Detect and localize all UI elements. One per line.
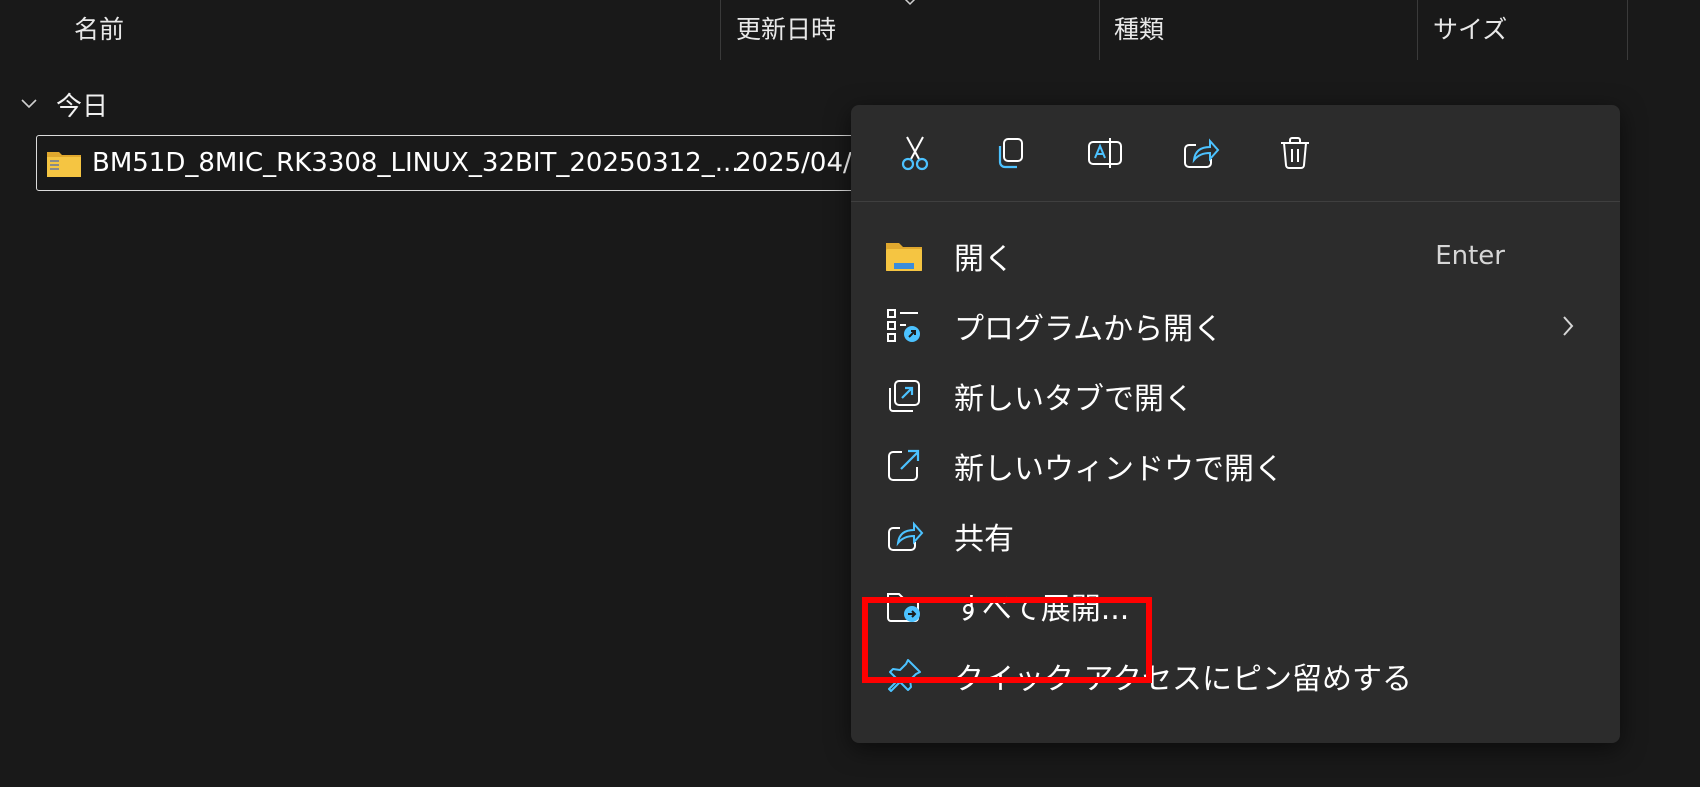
menu-item-pin-quick-access[interactable]: クイック アクセスにピン留めする bbox=[851, 641, 1620, 711]
column-divider[interactable] bbox=[1417, 0, 1418, 60]
copy-icon bbox=[998, 138, 1023, 169]
rename-button[interactable] bbox=[1081, 129, 1129, 177]
delete-icon bbox=[1281, 137, 1309, 169]
delete-button[interactable] bbox=[1271, 129, 1319, 177]
share-button[interactable] bbox=[1176, 129, 1224, 177]
zip-folder-icon bbox=[47, 152, 81, 177]
column-modified[interactable]: 更新日時 bbox=[736, 0, 836, 60]
column-size[interactable]: サイズ bbox=[1433, 0, 1507, 60]
share-icon bbox=[888, 521, 924, 551]
chevron-right-icon bbox=[1563, 316, 1574, 336]
pin-icon bbox=[888, 659, 921, 692]
menu-item-label: 新しいウィンドウで開く bbox=[954, 452, 1284, 487]
file-name: BM51D_8MIC_RK3308_LINUX_32BIT_20250312_.… bbox=[92, 148, 740, 178]
menu-item-extract-all[interactable]: すべて展開... bbox=[851, 571, 1620, 641]
new-tab-icon bbox=[889, 380, 920, 412]
menu-item-label: クイック アクセスにピン留めする bbox=[954, 662, 1413, 697]
extract-all-icon bbox=[887, 593, 920, 622]
copy-button[interactable] bbox=[986, 129, 1034, 177]
menu-item-open[interactable]: 開く Enter bbox=[851, 221, 1620, 291]
cut-icon bbox=[901, 136, 929, 171]
new-window-icon bbox=[888, 449, 920, 481]
open-with-icon bbox=[887, 309, 920, 342]
group-header-today[interactable]: 今日 bbox=[20, 84, 108, 124]
sort-caret-icon bbox=[904, 0, 916, 6]
rename-icon bbox=[1088, 138, 1122, 168]
column-type[interactable]: 種類 bbox=[1114, 0, 1164, 60]
folder-icon bbox=[886, 243, 922, 271]
menu-item-label: 新しいタブで開く bbox=[954, 382, 1194, 417]
column-divider[interactable] bbox=[1099, 0, 1100, 60]
column-divider[interactable] bbox=[720, 0, 721, 60]
context-menu-toolbar bbox=[851, 105, 1620, 202]
menu-item-open-new-window[interactable]: 新しいウィンドウで開く bbox=[851, 431, 1620, 501]
column-header: 名前 更新日時 種類 サイズ bbox=[0, 0, 1700, 60]
menu-item-label: 開く bbox=[954, 242, 1014, 277]
menu-item-accelerator: Enter bbox=[1435, 241, 1505, 271]
file-row[interactable]: BM51D_8MIC_RK3308_LINUX_32BIT_20250312_.… bbox=[36, 135, 866, 191]
chevron-down-icon bbox=[21, 99, 37, 109]
menu-item-label: プログラムから開く bbox=[954, 312, 1224, 347]
menu-item-open-with[interactable]: プログラムから開く bbox=[851, 291, 1620, 361]
group-label: 今日 bbox=[56, 91, 109, 122]
cut-button[interactable] bbox=[891, 129, 939, 177]
menu-item-open-new-tab[interactable]: 新しいタブで開く bbox=[851, 361, 1620, 431]
menu-item-label: すべて展開... bbox=[954, 592, 1130, 627]
share-icon bbox=[1184, 138, 1220, 168]
file-date: 2025/04/ bbox=[735, 148, 852, 178]
column-name[interactable]: 名前 bbox=[74, 0, 124, 60]
menu-item-share[interactable]: 共有 bbox=[851, 501, 1620, 571]
column-divider[interactable] bbox=[1627, 0, 1628, 60]
context-menu: 開く Enter プログラムから開く 新しいタブで開く 新しいウィンドウで開く … bbox=[851, 105, 1620, 743]
menu-item-label: 共有 bbox=[954, 522, 1014, 557]
